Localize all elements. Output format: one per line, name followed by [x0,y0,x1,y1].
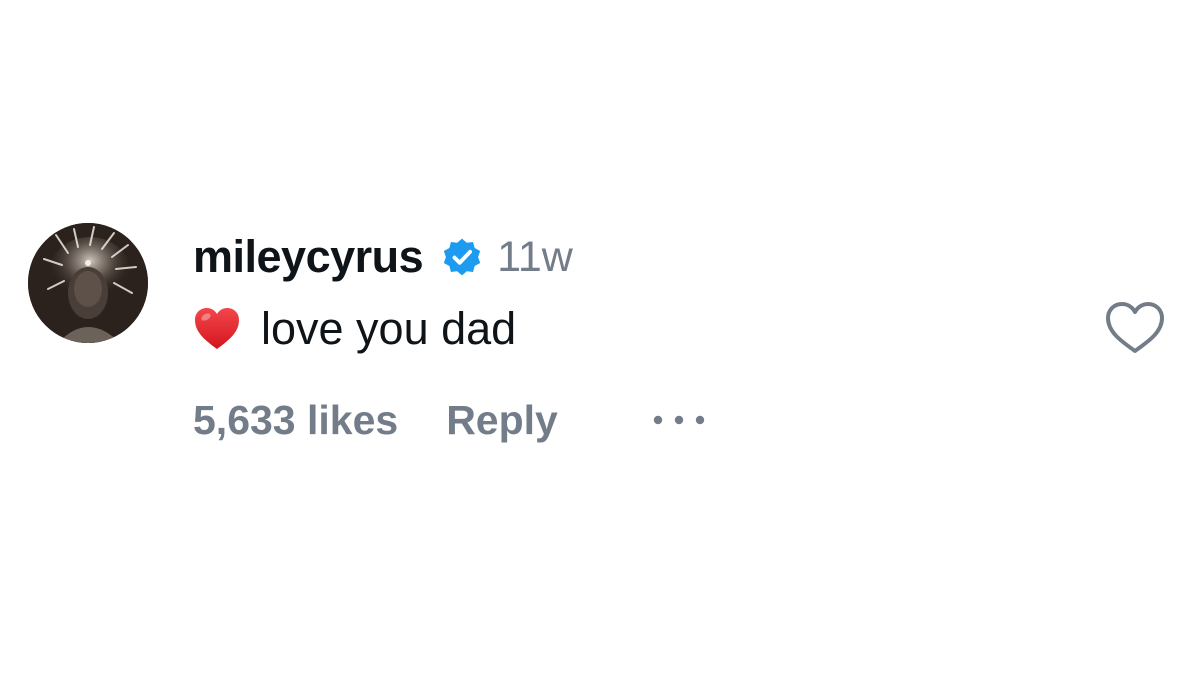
username[interactable]: mileycyrus [193,231,424,283]
timestamp: 11w [497,232,573,281]
like-button[interactable] [1104,300,1166,356]
avatar-photo [28,223,148,343]
verified-badge-icon [439,234,485,280]
comment-header: mileycyrus 11w [193,228,1093,286]
avatar[interactable] [28,223,148,343]
reply-button[interactable]: Reply [446,397,558,444]
heart-outline-icon [1106,302,1164,353]
comment: mileycyrus 11w love you dad 5,633 likes … [0,0,1200,675]
comment-content: love you dad [193,294,1093,364]
red-heart-emoji [193,305,241,353]
comment-body: mileycyrus 11w love you dad 5,633 likes … [193,228,1093,443]
comment-text: love you dad [261,303,517,354]
comment-actions: 5,633 likes Reply [193,390,708,450]
more-options-icon[interactable] [650,410,708,430]
likes-count[interactable]: 5,633 likes [193,397,398,444]
